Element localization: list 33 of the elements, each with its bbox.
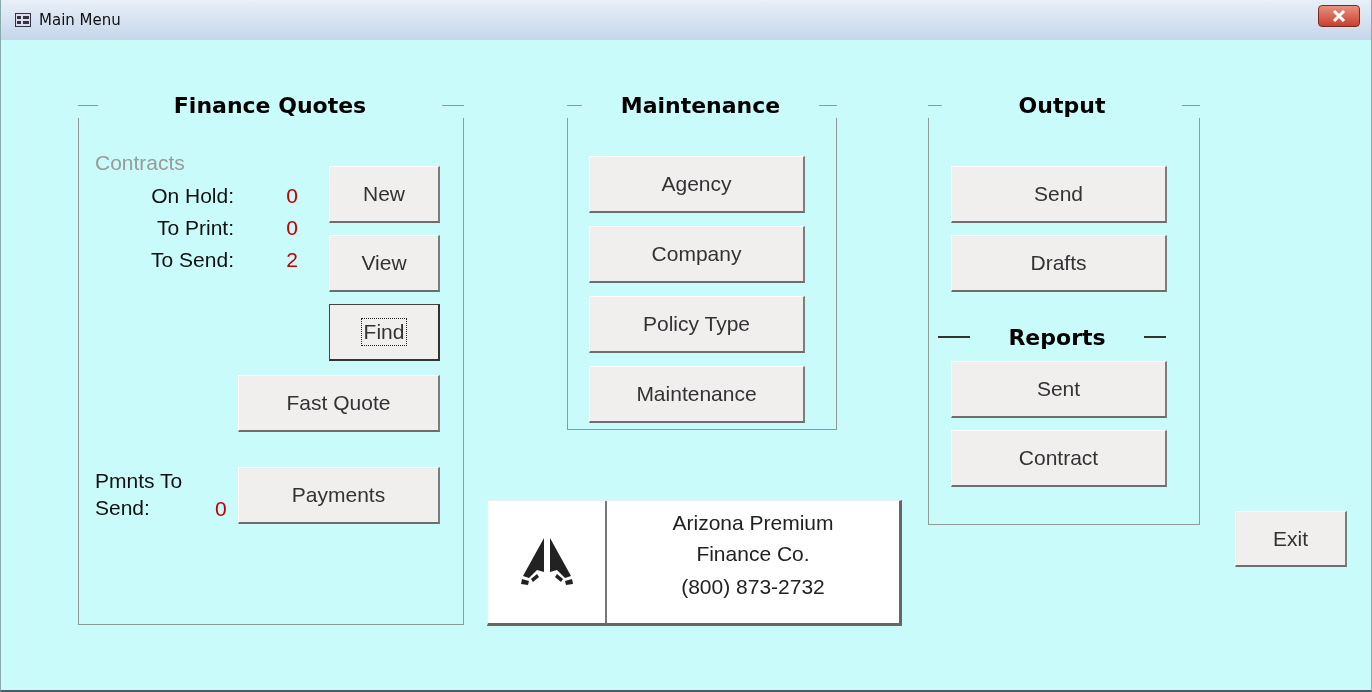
menu-button[interactable]: Find xyxy=(329,304,440,361)
window-title: Main Menu xyxy=(39,11,122,29)
menu-button[interactable]: Drafts xyxy=(951,235,1167,292)
stat-value: 0 xyxy=(285,216,299,240)
stat-value: 0 xyxy=(285,184,299,208)
menu-button[interactable]: Agency xyxy=(589,156,805,213)
menu-button[interactable]: Maintenance xyxy=(589,366,805,423)
payments-button[interactable]: Payments xyxy=(238,467,440,524)
menu-button[interactable]: Send xyxy=(951,166,1167,223)
group-title: Output xyxy=(1017,92,1107,118)
group-title: Finance Quotes xyxy=(172,92,368,118)
fast-quote-button[interactable]: Fast Quote xyxy=(238,375,440,432)
section-title: Reports xyxy=(1007,324,1107,350)
close-button[interactable] xyxy=(1318,5,1360,27)
company-name: Arizona Premium Finance Co. xyxy=(671,510,835,567)
form-icon xyxy=(15,13,31,27)
stat-label: To Print: xyxy=(155,216,234,240)
menu-button[interactable]: Company xyxy=(589,226,805,283)
close-icon xyxy=(1332,10,1346,22)
section-label: Contracts xyxy=(95,151,186,175)
phone-number: (800) 873-2732 xyxy=(681,575,825,599)
payments-value: 0 xyxy=(215,497,227,521)
stat-value: 2 xyxy=(285,248,299,272)
report-button[interactable]: Contract xyxy=(951,430,1167,487)
menu-button[interactable]: New xyxy=(329,166,440,223)
menu-button[interactable]: View xyxy=(329,235,440,292)
group-title: Maintenance xyxy=(619,92,782,118)
report-button[interactable]: Sent xyxy=(951,361,1167,418)
menu-button[interactable]: Policy Type xyxy=(589,296,805,353)
payments-label: Pmnts To Send: xyxy=(95,468,184,521)
exit-button[interactable]: Exit xyxy=(1235,511,1347,567)
stat-label: To Send: xyxy=(150,248,234,272)
stat-label: On Hold: xyxy=(150,184,234,208)
